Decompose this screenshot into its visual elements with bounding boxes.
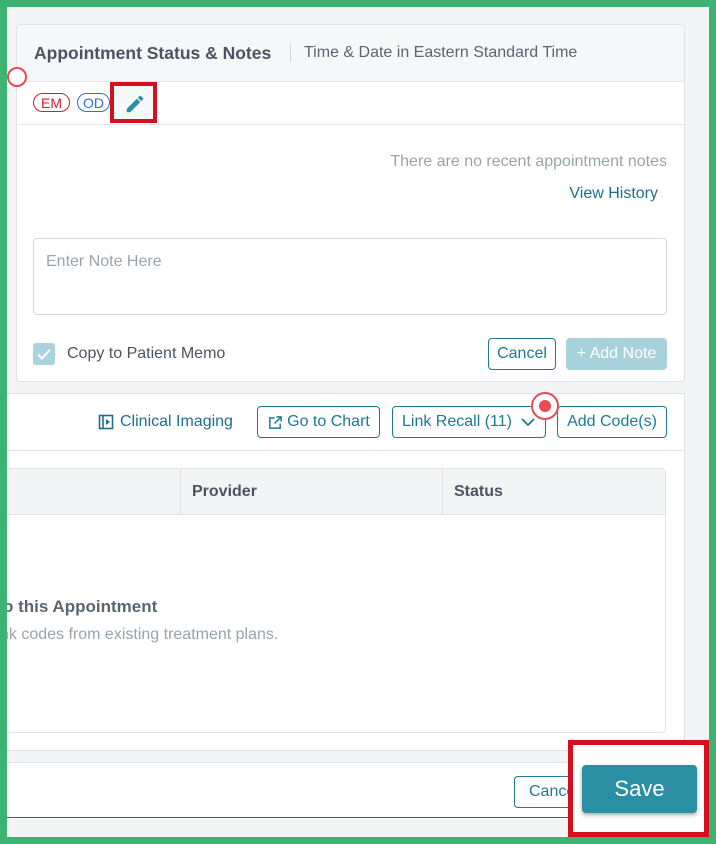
empty-codes-title: o this Appointment <box>3 597 158 616</box>
appointment-notes-card: Appointment Status & Notes Time & Date i… <box>7 24 685 382</box>
notes-title: Appointment Status & Notes <box>34 43 272 63</box>
procedure-codes-card: Clinical Imaging Go to Chart Link Recall… <box>0 392 685 751</box>
save-button[interactable]: Save <box>582 765 697 813</box>
edit-status-button[interactable] <box>110 82 157 123</box>
copy-to-memo-checkbox[interactable] <box>33 343 55 365</box>
add-codes-button[interactable]: Add Code(s) <box>557 406 667 438</box>
view-history-link[interactable]: View History <box>569 185 658 203</box>
codes-table-header: Provider Status <box>0 469 665 515</box>
link-recall-label: Link Recall (11) <box>402 413 512 430</box>
go-to-chart-label: Go to Chart <box>287 413 370 430</box>
save-highlight: Save <box>568 740 709 837</box>
no-notes-message: There are no recent appointment notes <box>390 153 667 170</box>
note-input[interactable] <box>33 238 667 315</box>
link-recall-dropdown[interactable]: Link Recall (11) <box>392 406 546 438</box>
copy-to-memo-label: Copy to Patient Memo <box>67 345 226 362</box>
clinical-imaging-label: Clinical Imaging <box>120 413 233 430</box>
recall-alert-dot-icon <box>531 392 559 420</box>
column-header-provider[interactable]: Provider <box>192 483 257 501</box>
cancel-note-button[interactable]: Cancel <box>488 338 556 370</box>
go-to-chart-button[interactable]: Go to Chart <box>257 406 380 438</box>
clinical-imaging-link[interactable]: Clinical Imaging <box>98 413 233 431</box>
external-link-icon <box>269 416 282 429</box>
timezone-note: Time & Date in Eastern Standard Time <box>304 44 578 61</box>
imaging-icon <box>98 414 114 430</box>
status-tag-em[interactable]: EM <box>33 93 70 112</box>
header-separator <box>290 44 291 62</box>
column-header-status[interactable]: Status <box>454 483 503 501</box>
pencil-icon <box>126 95 144 113</box>
codes-toolbar: Clinical Imaging Go to Chart Link Recall… <box>0 392 684 451</box>
chevron-down-icon <box>521 418 535 427</box>
empty-codes-hint: nk codes from existing treatment plans. <box>0 626 279 643</box>
checkmark-icon <box>37 348 51 360</box>
column-divider <box>442 469 443 514</box>
add-note-button[interactable]: + Add Note <box>566 338 667 370</box>
column-divider <box>180 469 181 514</box>
status-tag-od[interactable]: OD <box>77 93 110 112</box>
notes-header: Appointment Status & Notes Time & Date i… <box>17 25 684 82</box>
